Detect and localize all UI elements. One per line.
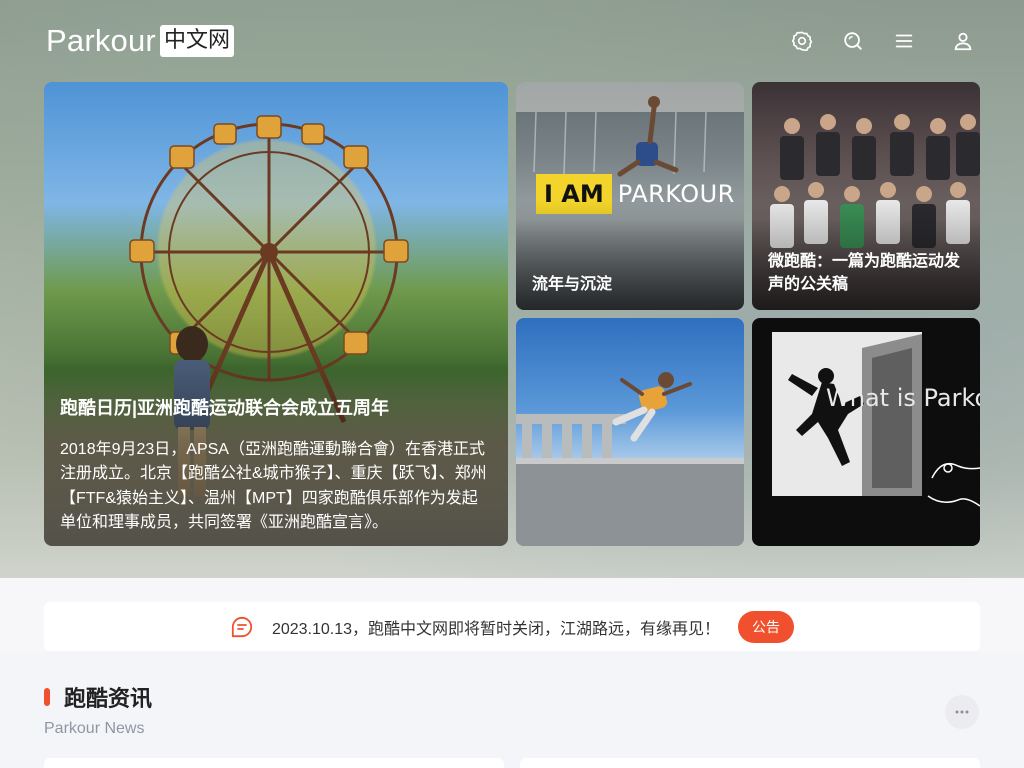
user-icon [954,32,972,51]
more-options-button[interactable] [945,695,979,729]
parkour-jump-image [516,372,744,546]
announcement-bar: 2023.10.13，跑酷中文网即将暂时关闭，江湖路远，有缘再见！ 公告 [44,602,980,651]
section-subtitle: Parkour News [44,720,145,737]
theme-settings-button[interactable] [791,30,813,52]
section-accent-bar [44,688,50,706]
message-bubble-icon [231,616,253,637]
menu-icon [895,34,913,48]
featured-card-title[interactable]: 流年与沉淀 [532,273,732,296]
featured-article-card[interactable] [516,318,744,546]
featured-card-title[interactable]: 微跑酷：一篇为跑酷运动发声的公关稿 [768,250,968,296]
search-button[interactable] [842,30,864,52]
hero-banner: Parkour 中文网 跑酷日历|亚洲跑酷运动联合会成立五周年 2018年9月2… [0,0,1024,578]
menu-button[interactable] [893,30,915,52]
featured-article-card[interactable]: 微跑酷：一篇为跑酷运动发声的公关稿 [752,82,980,310]
news-card[interactable] [520,758,980,768]
section-heading: 跑酷资讯 [44,683,152,711]
featured-article-main[interactable]: 跑酷日历|亚洲跑酷运动联合会成立五周年 2018年9月23日，APSA（亞洲跑酷… [44,82,508,546]
featured-article-card[interactable]: I AM PARKOUR 流年与沉淀 [516,82,744,310]
section-title: 跑酷资讯 [64,686,153,711]
announcement-badge[interactable]: 公告 [738,610,795,643]
featured-main-title[interactable]: 跑酷日历|亚洲跑酷运动联合会成立五周年 [60,396,490,420]
search-icon [844,32,862,50]
more-dots-icon [955,710,969,714]
what-is-parkour-image [772,332,980,507]
featured-main-description: 2018年9月23日，APSA（亞洲跑酷運動聯合會）在香港正式注册成立。北京【跑… [60,441,487,531]
featured-article-card[interactable]: What is Parko [752,318,980,546]
announcement-text[interactable]: 2023.10.13，跑酷中文网即将暂时关闭，江湖路远，有缘再见！ [272,615,720,639]
news-card[interactable] [44,758,504,768]
gear-icon [791,31,813,51]
site-logo[interactable]: Parkour 中文网 [46,25,234,57]
user-account-button[interactable] [952,30,974,52]
logo-wordmark: Parkour [46,23,156,58]
logo-chinese-label: 中文网 [159,25,234,57]
card-image-caption: What is Parko [826,384,980,412]
